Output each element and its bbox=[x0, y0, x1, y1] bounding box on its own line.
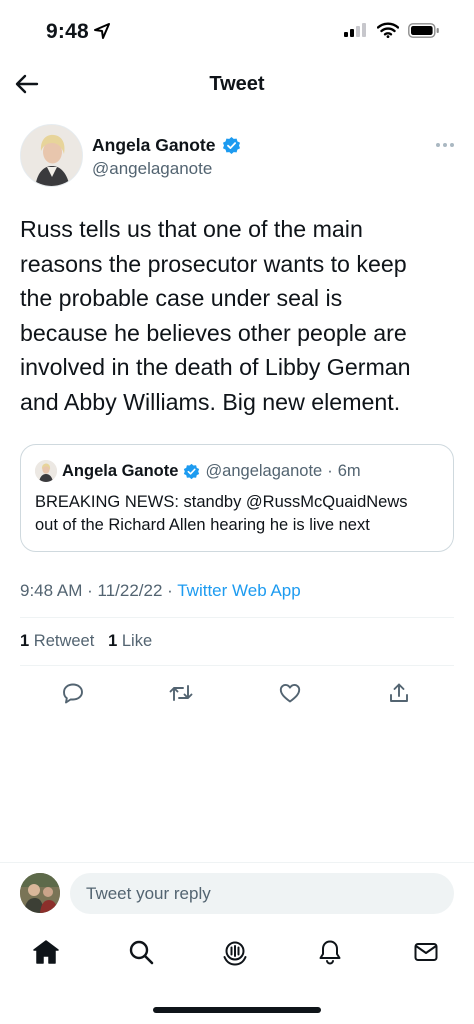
tweet-text: Russ tells us that one of the main reaso… bbox=[20, 216, 411, 415]
retweet-icon bbox=[169, 685, 193, 701]
retweet-button[interactable] bbox=[166, 678, 196, 708]
share-icon bbox=[390, 683, 408, 702]
like-label: Like bbox=[121, 632, 153, 650]
author-name-row[interactable]: Angela Ganote bbox=[92, 135, 241, 156]
cellular-signal-icon bbox=[344, 23, 366, 37]
divider bbox=[20, 665, 454, 666]
reply-icon bbox=[63, 683, 83, 704]
wifi-icon bbox=[377, 22, 399, 38]
quoted-tweet-header: Angela Ganote @angelaganote · 6m bbox=[35, 460, 361, 482]
quoted-author-name: Angela Ganote bbox=[62, 461, 179, 480]
location-arrow-icon bbox=[94, 23, 110, 39]
retweet-label: Retweet bbox=[33, 632, 95, 650]
tweet-source-link[interactable]: Twitter Web App bbox=[177, 581, 300, 600]
meta-separator: · bbox=[167, 581, 178, 600]
bottom-tab-bar bbox=[0, 924, 474, 982]
home-icon bbox=[33, 940, 59, 964]
more-dot bbox=[443, 143, 447, 147]
quoted-author-avatar bbox=[35, 460, 57, 482]
home-indicator[interactable] bbox=[153, 1007, 321, 1013]
quoted-tweet-text: BREAKING NEWS: standby @RussMcQuaidNews … bbox=[35, 493, 408, 534]
tweet-time: 9:48 AM bbox=[20, 581, 83, 600]
user-avatar[interactable] bbox=[20, 873, 60, 913]
mail-icon bbox=[414, 943, 438, 961]
verified-badge-icon bbox=[184, 463, 200, 479]
tab-home[interactable] bbox=[30, 936, 62, 968]
tab-notifications[interactable] bbox=[314, 936, 346, 968]
like-button[interactable] bbox=[275, 678, 305, 708]
bell-icon bbox=[319, 940, 341, 965]
user-profile-photo bbox=[20, 873, 60, 913]
more-dot bbox=[450, 143, 454, 147]
tab-messages[interactable] bbox=[410, 936, 442, 968]
reply-composer bbox=[0, 862, 474, 924]
share-button[interactable] bbox=[384, 678, 414, 708]
retweet-stat[interactable]: 1 Retweet bbox=[20, 632, 94, 650]
like-stat[interactable]: 1 Like bbox=[108, 632, 152, 650]
reply-button[interactable] bbox=[58, 678, 88, 708]
quoted-author-handle: @angelaganote bbox=[205, 461, 323, 480]
quoted-age: 6m bbox=[337, 461, 361, 480]
tweet-date: 11/22/22 bbox=[97, 581, 163, 600]
page-title: Tweet bbox=[209, 73, 265, 95]
profile-photo bbox=[21, 125, 82, 186]
quoted-profile-photo bbox=[35, 460, 57, 482]
tab-search[interactable] bbox=[125, 936, 157, 968]
verified-badge-icon bbox=[222, 136, 240, 155]
tweet-meta: 9:48 AM · 11/22/22 · Twitter Web App bbox=[20, 581, 301, 601]
retweet-count: 1 bbox=[20, 632, 30, 650]
more-dot bbox=[436, 143, 440, 147]
like-count: 1 bbox=[108, 632, 118, 650]
meta-separator: · bbox=[87, 581, 98, 600]
quoted-tweet[interactable]: Angela Ganote @angelaganote · 6m BREAKIN… bbox=[20, 444, 454, 552]
tweet-stats: 1 Retweet 1 Like bbox=[20, 632, 152, 651]
more-options-button[interactable] bbox=[430, 138, 454, 152]
divider bbox=[20, 617, 454, 618]
tweet-actions bbox=[20, 678, 454, 708]
status-icons bbox=[344, 22, 440, 38]
tweet-author: Angela Ganote @angelaganote bbox=[20, 124, 454, 188]
search-icon bbox=[129, 940, 154, 965]
author-handle: @angelaganote bbox=[92, 159, 213, 178]
battery-icon bbox=[408, 22, 439, 38]
status-time: 9:48 bbox=[46, 20, 89, 43]
spaces-icon bbox=[223, 941, 247, 966]
tab-spaces[interactable] bbox=[219, 936, 251, 968]
quoted-separator: · bbox=[327, 461, 333, 480]
author-name: Angela Ganote bbox=[92, 135, 216, 155]
reply-input[interactable] bbox=[70, 873, 454, 914]
heart-icon bbox=[279, 683, 301, 703]
status-bar: 9:48 bbox=[0, 0, 474, 62]
top-nav: Tweet bbox=[0, 62, 474, 106]
author-avatar[interactable] bbox=[20, 124, 83, 187]
